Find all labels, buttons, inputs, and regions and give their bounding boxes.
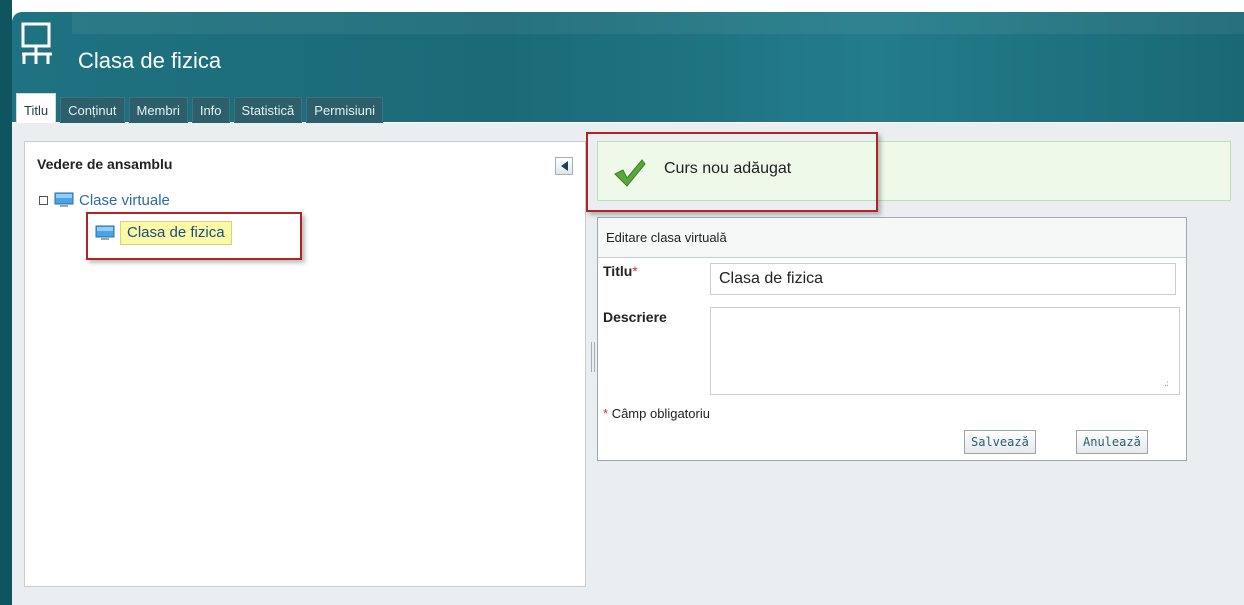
- title-field-label: Titlu*: [603, 263, 638, 279]
- tab-titlu[interactable]: Titlu: [16, 93, 57, 123]
- required-asterisk: *: [603, 406, 609, 421]
- cancel-button[interactable]: Anulează: [1076, 430, 1148, 454]
- tree-collapse-toggle[interactable]: [39, 195, 48, 205]
- collapse-left-icon: [561, 161, 568, 171]
- classroom-icon: [21, 22, 52, 64]
- monitor-icon: [54, 192, 74, 207]
- required-field-note: * Câmp obligatoriu: [603, 406, 710, 421]
- tree-node-clase-virtuale[interactable]: Clase virtuale: [39, 190, 170, 210]
- save-button[interactable]: Salvează: [964, 430, 1036, 454]
- title-input[interactable]: [710, 263, 1176, 295]
- title-label-text: Titlu: [603, 263, 633, 279]
- tab-continut[interactable]: Conținut: [60, 97, 125, 123]
- tab-info[interactable]: Info: [191, 97, 230, 123]
- panel-splitter-handle[interactable]: [591, 342, 595, 372]
- form-title: Editare clasa virtuală: [606, 230, 727, 245]
- panel-header: Vedere de ansamblu: [25, 142, 585, 186]
- panel-title: Vedere de ansamblu: [37, 156, 173, 172]
- tab-permisiuni[interactable]: Permisiuni: [306, 97, 383, 123]
- edit-class-form: Editare clasa virtuală Titlu* Descriere …: [597, 217, 1187, 461]
- annotation-highlight-tree-node: [86, 212, 302, 260]
- tab-statistica[interactable]: Statistică: [233, 97, 303, 123]
- tree-node-label[interactable]: Clase virtuale: [79, 192, 170, 209]
- description-textarea[interactable]: [710, 307, 1180, 395]
- description-field-label: Descriere: [603, 309, 667, 325]
- page-title: Clasa de fizica: [78, 48, 222, 73]
- annotation-highlight-notification: [586, 132, 878, 212]
- collapse-panel-button[interactable]: [555, 157, 573, 175]
- required-note-text: Câmp obligatoriu: [611, 406, 710, 421]
- left-frame-strip: [0, 0, 12, 605]
- resize-grip-icon[interactable]: .:: [1164, 379, 1169, 389]
- overview-panel: Vedere de ansamblu Clase virtuale Clasa …: [24, 141, 586, 587]
- form-header: Editare clasa virtuală: [598, 218, 1186, 258]
- tab-membri[interactable]: Membri: [128, 97, 188, 123]
- required-asterisk: *: [632, 263, 638, 279]
- tab-bar: Titlu Conținut Membri Info Statistică Pe…: [16, 93, 387, 123]
